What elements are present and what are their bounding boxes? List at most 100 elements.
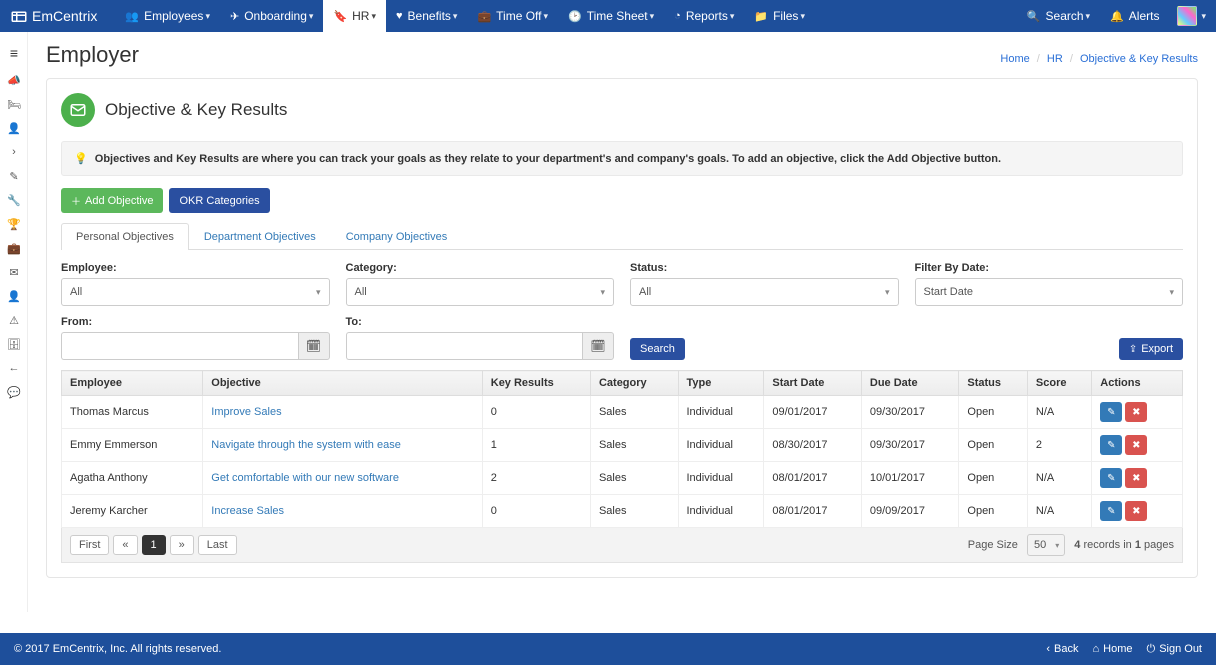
col-status: Status (959, 371, 1028, 396)
tab-department[interactable]: Department Objectives (189, 223, 331, 250)
edit-button[interactable]: ✎ (1100, 468, 1122, 488)
nav-alerts[interactable]: 🔔Alerts (1100, 0, 1169, 32)
sidebar-item-4[interactable]: › (0, 140, 28, 164)
pager-first[interactable]: First (70, 535, 109, 555)
from-date-input[interactable] (61, 332, 298, 360)
sidebar-item-11[interactable]: ⚠ (0, 308, 28, 332)
export-icon: ⇪ (1129, 344, 1137, 355)
nav-time-off[interactable]: 💼Time Off▾ (467, 0, 558, 32)
table-row: Emmy EmmersonNavigate through the system… (62, 429, 1183, 462)
status-filter[interactable]: All▾ (630, 278, 899, 306)
search-button[interactable]: Search (630, 338, 685, 360)
date-filter-label: Filter By Date: (915, 262, 1184, 274)
add-objective-button[interactable]: ＋Add Objective (61, 188, 163, 213)
sidebar-toggle[interactable]: ≡ (0, 38, 28, 68)
delete-button[interactable]: ✖ (1125, 402, 1147, 422)
bookmark-icon: 🔖 (333, 10, 347, 23)
edit-button[interactable]: ✎ (1100, 435, 1122, 455)
objective-link[interactable]: Increase Sales (211, 505, 284, 517)
nav-hr[interactable]: 🔖HR▾ (323, 0, 386, 32)
pie-icon: ◔ (674, 10, 681, 22)
to-date-input[interactable] (346, 332, 583, 360)
from-label: From: (61, 316, 330, 328)
tab-company[interactable]: Company Objectives (331, 223, 463, 250)
breadcrumb-hr[interactable]: HR (1047, 53, 1063, 65)
pager-page-1[interactable]: 1 (142, 535, 166, 555)
user-avatar[interactable] (1177, 6, 1197, 26)
nav-reports[interactable]: ◔Reports▾ (664, 0, 744, 32)
sidebar-item-13[interactable]: ← (0, 356, 28, 380)
delete-button[interactable]: ✖ (1125, 501, 1147, 521)
envelope-icon (69, 101, 87, 119)
pager-prev[interactable]: « (113, 535, 137, 555)
lightbulb-icon: 💡 (74, 153, 88, 165)
col-key-results: Key Results (482, 371, 590, 396)
close-icon: ✖ (1132, 407, 1140, 418)
objective-link[interactable]: Navigate through the system with ease (211, 439, 401, 451)
nav-files[interactable]: 📁Files▾ (744, 0, 815, 32)
briefcase-icon: 💼 (477, 10, 491, 23)
calendar-icon[interactable]: 🗓 (298, 332, 330, 360)
sidebar-item-7[interactable]: 🏆 (0, 212, 28, 236)
employee-filter[interactable]: All▾ (61, 278, 330, 306)
sidebar: ≡ 📣 🛏 👤 › ✎ 🔧 🏆 💼 ✉ 👤 ⚠ 🗄 ← 💬 (0, 32, 28, 612)
col-category: Category (590, 371, 678, 396)
page-info: Page Size 50▾ 4 records in 1 pages (968, 534, 1174, 556)
col-actions: Actions (1092, 371, 1183, 396)
sidebar-item-14[interactable]: 💬 (0, 380, 28, 404)
sidebar-item-3[interactable]: 👤 (0, 116, 28, 140)
category-filter[interactable]: All▾ (346, 278, 615, 306)
close-icon: ✖ (1132, 506, 1140, 517)
delete-button[interactable]: ✖ (1125, 435, 1147, 455)
edit-button[interactable]: ✎ (1100, 501, 1122, 521)
nav-search[interactable]: 🔍Search▾ (1017, 0, 1100, 32)
pager-last[interactable]: Last (198, 535, 237, 555)
tab-personal[interactable]: Personal Objectives (61, 223, 189, 250)
close-icon: ✖ (1132, 440, 1140, 451)
folder-icon: 📁 (754, 10, 768, 23)
footer-back[interactable]: ‹Back (1046, 643, 1078, 656)
footer-copyright: © 2017 EmCentrix, Inc. All rights reserv… (14, 643, 221, 655)
pager: First « 1 » Last (70, 535, 237, 555)
edit-icon: ✎ (1107, 407, 1115, 418)
export-button[interactable]: ⇪Export (1119, 338, 1183, 360)
plane-icon: ✈ (230, 10, 239, 23)
sidebar-item-9[interactable]: ✉ (0, 260, 28, 284)
edit-button[interactable]: ✎ (1100, 402, 1122, 422)
chevron-down-icon: ▾ (600, 287, 605, 298)
breadcrumb-home[interactable]: Home (1000, 53, 1029, 65)
footer-home[interactable]: ⌂Home (1092, 643, 1132, 656)
nav-employees[interactable]: 👥Employees▾ (115, 0, 220, 32)
okr-categories-button[interactable]: OKR Categories (169, 188, 269, 213)
objective-link[interactable]: Get comfortable with our new software (211, 472, 399, 484)
page-title: Employer (46, 42, 139, 68)
sidebar-item-10[interactable]: 👤 (0, 284, 28, 308)
footer: © 2017 EmCentrix, Inc. All rights reserv… (0, 633, 1216, 665)
col-score: Score (1027, 371, 1091, 396)
top-nav: EmCentrix 👥Employees▾✈Onboarding▾🔖HR▾♥Be… (0, 0, 1216, 32)
page-size-select[interactable]: 50▾ (1027, 534, 1065, 556)
sidebar-item-1[interactable]: 📣 (0, 68, 28, 92)
main-panel: Objective & Key Results 💡 Objectives and… (46, 78, 1198, 578)
nav-onboarding[interactable]: ✈Onboarding▾ (220, 0, 323, 32)
status-filter-label: Status: (630, 262, 899, 274)
brand-logo[interactable]: EmCentrix (10, 7, 97, 25)
pager-next[interactable]: » (170, 535, 194, 555)
objective-link[interactable]: Improve Sales (211, 406, 281, 418)
date-filter[interactable]: Start Date▾ (915, 278, 1184, 306)
sidebar-item-5[interactable]: ✎ (0, 164, 28, 188)
chevron-down-icon: ▾ (316, 287, 321, 298)
calendar-icon[interactable]: 🗓 (582, 332, 614, 360)
sidebar-item-8[interactable]: 💼 (0, 236, 28, 260)
sidebar-item-12[interactable]: 🗄 (0, 332, 28, 356)
breadcrumb-current[interactable]: Objective & Key Results (1080, 53, 1198, 65)
users-icon: 👥 (125, 10, 139, 23)
nav-benefits[interactable]: ♥Benefits▾ (386, 0, 467, 32)
chevron-down-icon: ▾ (1201, 11, 1206, 22)
sidebar-item-2[interactable]: 🛏 (0, 92, 28, 116)
nav-time-sheet[interactable]: 🕑Time Sheet▾ (558, 0, 664, 32)
delete-button[interactable]: ✖ (1125, 468, 1147, 488)
edit-icon: ✎ (1107, 473, 1115, 484)
sidebar-item-6[interactable]: 🔧 (0, 188, 28, 212)
footer-signout[interactable]: ⏻Sign Out (1146, 643, 1202, 656)
